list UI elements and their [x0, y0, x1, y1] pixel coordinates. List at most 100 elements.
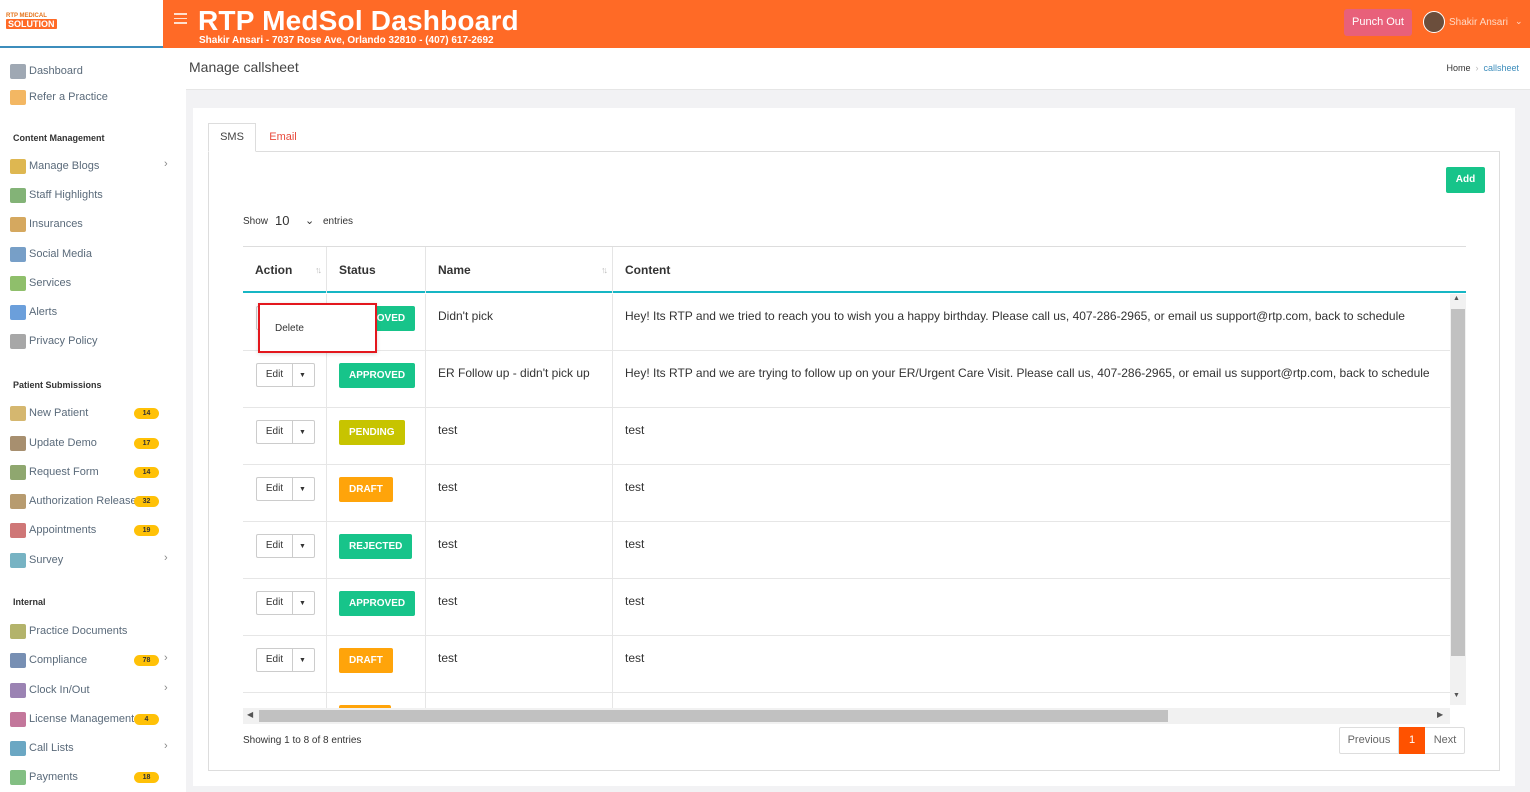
edit-button[interactable]: Edit: [257, 649, 293, 671]
tab-email[interactable]: Email: [262, 123, 304, 151]
sidebar-item-authorization-release[interactable]: authorization-iconAuthorization Release: [10, 492, 137, 510]
privacy-icon: privacy-icon: [10, 333, 26, 349]
scroll-up-icon[interactable]: ▲: [1453, 295, 1460, 302]
sidebar-item-call-lists[interactable]: call-list-iconCall Lists: [10, 739, 74, 757]
authorization-icon: authorization-icon: [10, 493, 26, 509]
next-page-button[interactable]: Next: [1425, 728, 1465, 753]
edit-button[interactable]: Edit: [257, 421, 293, 443]
previous-page-button[interactable]: Previous: [1340, 728, 1399, 753]
insurance-icon: insurance-icon: [10, 216, 26, 232]
sidebar-item-dashboard[interactable]: gauge-iconDashboard: [10, 62, 83, 80]
sidebar-item-privacy-policy[interactable]: privacy-iconPrivacy Policy: [10, 332, 97, 350]
vertical-scrollbar-thumb[interactable]: [1451, 309, 1465, 656]
sidebar-item-payments[interactable]: payments-iconPayments: [10, 768, 78, 786]
delete-menu-item[interactable]: Delete: [275, 323, 304, 334]
user-name[interactable]: Shakir Ansari: [1449, 17, 1508, 28]
edit-button[interactable]: Edit: [257, 364, 293, 386]
sidebar-item-label: Privacy Policy: [29, 335, 98, 347]
social-media-icon: social-media-icon: [10, 246, 26, 262]
breadcrumb-current[interactable]: callsheet: [1483, 63, 1519, 73]
sidebar-item-appointments[interactable]: calendar-iconAppointments: [10, 521, 96, 539]
blog-icon: blog-icon: [10, 158, 26, 174]
column-header-name[interactable]: Name ↑↓: [426, 247, 613, 293]
edit-button-group[interactable]: Edit ▼: [256, 477, 315, 501]
column-header-content[interactable]: Content: [613, 247, 1466, 293]
chevron-right-icon[interactable]: ›: [164, 740, 168, 752]
sidebar-item-alerts[interactable]: alerts-iconAlerts: [10, 303, 57, 321]
edit-button-group[interactable]: Edit ▼: [256, 420, 315, 444]
sidebar-item-compliance[interactable]: compliance-iconCompliance: [10, 651, 87, 669]
caret-down-icon[interactable]: ▼: [299, 479, 306, 501]
menu-toggle-icon[interactable]: [174, 13, 187, 25]
avatar[interactable]: [1423, 11, 1445, 33]
sort-icon[interactable]: ↑↓: [315, 247, 322, 293]
edit-button-group[interactable]: Edit ▼: [256, 591, 315, 615]
column-header-action[interactable]: Action ↑↓: [243, 247, 327, 293]
caret-down-icon[interactable]: ▼: [299, 650, 306, 672]
breadcrumb-home-link[interactable]: Home: [1446, 63, 1470, 73]
caret-down-icon[interactable]: ▼: [299, 365, 306, 387]
sidebar-badge: 19: [134, 525, 159, 536]
row-name: test: [438, 537, 458, 551]
edit-button[interactable]: Edit: [257, 535, 293, 557]
chevron-down-icon[interactable]: ⌄: [1515, 16, 1523, 27]
row-content: test: [625, 594, 645, 608]
sidebar-item-new-patient[interactable]: clipboard-iconNew Patient: [10, 404, 88, 422]
sidebar-item-label: Alerts: [29, 306, 58, 318]
sidebar-item-license-management[interactable]: license-iconLicense Management: [10, 710, 134, 728]
edit-button-group[interactable]: Edit ▼: [256, 648, 315, 672]
sidebar-item-insurances[interactable]: insurance-iconInsurances: [10, 215, 83, 233]
sort-icon[interactable]: ↑↓: [601, 247, 608, 293]
table-row: Edit ▼ REJECTED test test: [243, 522, 1450, 579]
status-cell: DRAFT: [327, 636, 426, 693]
sidebar-item-survey[interactable]: survey-iconSurvey: [10, 551, 63, 569]
chevron-right-icon[interactable]: ›: [164, 652, 168, 664]
chevron-right-icon[interactable]: ›: [164, 158, 168, 170]
caret-down-icon[interactable]: ▼: [299, 536, 306, 558]
sidebar-item-label: Refer a Practice: [29, 91, 108, 103]
license-icon: license-icon: [10, 711, 26, 727]
page-1-button[interactable]: 1: [1399, 727, 1425, 754]
chevron-right-icon[interactable]: ›: [164, 682, 168, 694]
sidebar-item-request-form[interactable]: form-iconRequest Form: [10, 463, 99, 481]
compliance-icon: compliance-icon: [10, 652, 26, 668]
chevron-right-icon[interactable]: ›: [164, 552, 168, 564]
punch-out-button[interactable]: Punch Out: [1344, 9, 1412, 36]
logo-area[interactable]: RTP MEDICAL SOLUTION: [0, 0, 163, 48]
add-button[interactable]: Add: [1446, 167, 1485, 193]
scroll-right-icon[interactable]: ▶: [1437, 710, 1443, 719]
sidebar-item-refer-a-practice[interactable]: envelope-iconRefer a Practice: [10, 88, 108, 106]
caret-down-icon[interactable]: ▼: [299, 422, 306, 444]
sidebar-badge: 17: [134, 438, 159, 449]
horizontal-scrollbar-thumb[interactable]: [259, 710, 1168, 722]
row-content: test: [625, 423, 645, 437]
scroll-down-icon[interactable]: ▼: [1453, 692, 1460, 699]
name-cell: test: [426, 636, 613, 693]
column-header-status[interactable]: Status: [327, 247, 426, 293]
top-navbar: RTP MEDICAL SOLUTION RTP MedSol Dashboar…: [0, 0, 1530, 48]
sidebar-item-update-demo[interactable]: id-card-iconUpdate Demo: [10, 434, 97, 452]
sidebar-item-staff-highlights[interactable]: staff-iconStaff Highlights: [10, 186, 103, 204]
caret-down-icon[interactable]: ▼: [299, 593, 306, 615]
row-name: Didn't pick: [438, 309, 493, 323]
edit-button-group[interactable]: Edit ▼: [256, 363, 315, 387]
scroll-left-icon[interactable]: ◀: [247, 710, 253, 719]
edit-button[interactable]: Edit: [257, 592, 293, 614]
sidebar-item-clock-in-out[interactable]: clock-iconClock In/Out: [10, 681, 90, 699]
entries-select[interactable]: 10 ⌄: [271, 211, 319, 231]
sidebar-item-manage-blogs[interactable]: blog-iconManage Blogs: [10, 157, 99, 175]
sidebar-item-practice-documents[interactable]: documents-iconPractice Documents: [10, 622, 127, 640]
edit-button[interactable]: Edit: [257, 478, 293, 500]
action-cell: Edit ▼: [243, 465, 327, 522]
edit-button-group[interactable]: Edit ▼: [256, 534, 315, 558]
logo[interactable]: RTP MEDICAL SOLUTION: [6, 13, 57, 29]
sidebar-section-title: Content Management: [13, 133, 105, 143]
table-row: Edit▼APPROVEDDidn't pickHey! Its RTP and…: [243, 294, 1450, 351]
sidebar-item-services[interactable]: services-iconServices: [10, 274, 71, 292]
sidebar-item-social-media[interactable]: social-media-iconSocial Media: [10, 245, 92, 263]
name-cell: Didn't pick: [426, 294, 613, 351]
table-row: Edit ▼ DRAFT test test: [243, 636, 1450, 693]
status-cell: APPROVED: [327, 351, 426, 408]
status-cell: APPROVED: [327, 579, 426, 636]
tab-sms[interactable]: SMS: [208, 123, 256, 152]
